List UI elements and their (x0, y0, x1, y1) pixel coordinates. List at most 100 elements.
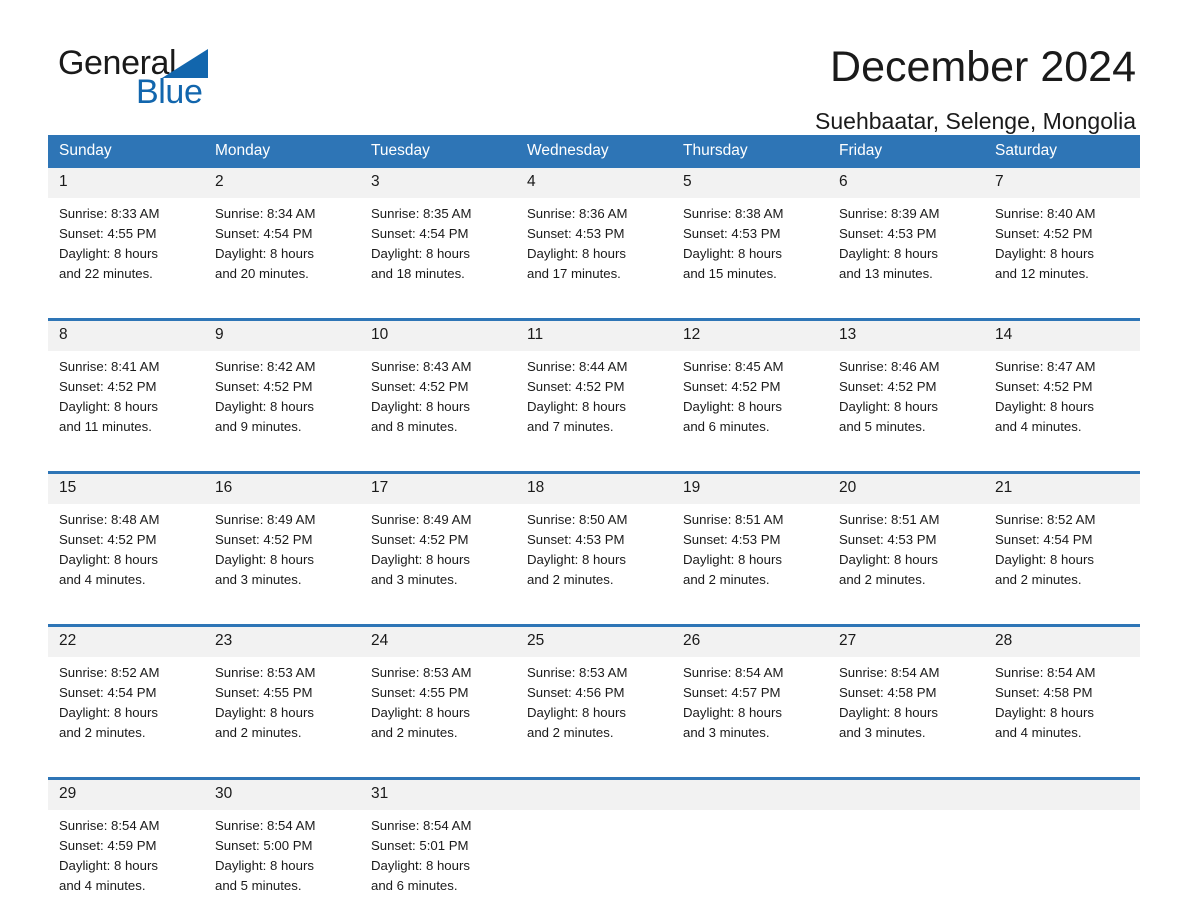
daylight-text-1: Daylight: 8 hours (683, 399, 782, 414)
day-number[interactable]: 27 (828, 627, 984, 657)
day-cell-empty (828, 810, 984, 916)
day-number[interactable]: 25 (516, 627, 672, 657)
general-blue-logo[interactable]: General Blue (58, 46, 318, 116)
day-cell[interactable]: Sunrise: 8:38 AM Sunset: 4:53 PM Dayligh… (672, 198, 828, 304)
day-number-empty (672, 780, 828, 810)
sunset-text: Sunset: 4:59 PM (59, 838, 157, 853)
day-cell[interactable]: Sunrise: 8:43 AM Sunset: 4:52 PM Dayligh… (360, 351, 516, 457)
day-cell[interactable]: Sunrise: 8:54 AM Sunset: 4:58 PM Dayligh… (984, 657, 1140, 763)
day-cell[interactable]: Sunrise: 8:33 AM Sunset: 4:55 PM Dayligh… (48, 198, 204, 304)
day-cell[interactable]: Sunrise: 8:45 AM Sunset: 4:52 PM Dayligh… (672, 351, 828, 457)
day-number[interactable]: 3 (360, 168, 516, 198)
day-number[interactable]: 22 (48, 627, 204, 657)
day-number[interactable]: 4 (516, 168, 672, 198)
day-cell[interactable]: Sunrise: 8:36 AM Sunset: 4:53 PM Dayligh… (516, 198, 672, 304)
day-cell[interactable]: Sunrise: 8:48 AM Sunset: 4:52 PM Dayligh… (48, 504, 204, 610)
day-cell[interactable]: Sunrise: 8:53 AM Sunset: 4:56 PM Dayligh… (516, 657, 672, 763)
sunrise-text: Sunrise: 8:49 AM (215, 512, 316, 527)
sunset-text: Sunset: 4:55 PM (215, 685, 313, 700)
sunset-text: Sunset: 5:00 PM (215, 838, 313, 853)
sunrise-text: Sunrise: 8:53 AM (215, 665, 316, 680)
day-number[interactable]: 13 (828, 321, 984, 351)
day-cell[interactable]: Sunrise: 8:52 AM Sunset: 4:54 PM Dayligh… (984, 504, 1140, 610)
day-cell[interactable]: Sunrise: 8:54 AM Sunset: 5:00 PM Dayligh… (204, 810, 360, 916)
daylight-text-2: and 6 minutes. (371, 878, 458, 893)
sunset-text: Sunset: 4:52 PM (995, 226, 1093, 241)
day-number[interactable]: 26 (672, 627, 828, 657)
day-detail-row: Sunrise: 8:33 AM Sunset: 4:55 PM Dayligh… (48, 198, 1140, 304)
day-cell[interactable]: Sunrise: 8:49 AM Sunset: 4:52 PM Dayligh… (360, 504, 516, 610)
day-number[interactable]: 14 (984, 321, 1140, 351)
sunrise-text: Sunrise: 8:53 AM (527, 665, 628, 680)
daylight-text-1: Daylight: 8 hours (839, 552, 938, 567)
day-number[interactable]: 11 (516, 321, 672, 351)
daylight-text-2: and 2 minutes. (995, 572, 1082, 587)
day-number[interactable]: 23 (204, 627, 360, 657)
day-cell[interactable]: Sunrise: 8:44 AM Sunset: 4:52 PM Dayligh… (516, 351, 672, 457)
sunset-text: Sunset: 5:01 PM (371, 838, 469, 853)
daylight-text-2: and 4 minutes. (995, 419, 1082, 434)
day-cell[interactable]: Sunrise: 8:53 AM Sunset: 4:55 PM Dayligh… (204, 657, 360, 763)
day-cell[interactable]: Sunrise: 8:54 AM Sunset: 5:01 PM Dayligh… (360, 810, 516, 916)
day-cell[interactable]: Sunrise: 8:41 AM Sunset: 4:52 PM Dayligh… (48, 351, 204, 457)
weekday-header-tuesday: Tuesday (360, 135, 516, 168)
day-cell[interactable]: Sunrise: 8:51 AM Sunset: 4:53 PM Dayligh… (672, 504, 828, 610)
daylight-text-2: and 2 minutes. (59, 725, 146, 740)
day-number[interactable]: 15 (48, 474, 204, 504)
sunrise-text: Sunrise: 8:51 AM (683, 512, 784, 527)
daylight-text-2: and 17 minutes. (527, 266, 621, 281)
day-cell[interactable]: Sunrise: 8:52 AM Sunset: 4:54 PM Dayligh… (48, 657, 204, 763)
day-cell[interactable]: Sunrise: 8:39 AM Sunset: 4:53 PM Dayligh… (828, 198, 984, 304)
day-cell[interactable]: Sunrise: 8:54 AM Sunset: 4:59 PM Dayligh… (48, 810, 204, 916)
daylight-text-1: Daylight: 8 hours (215, 399, 314, 414)
daylight-text-1: Daylight: 8 hours (59, 858, 158, 873)
daylight-text-2: and 15 minutes. (683, 266, 777, 281)
date-row: 15 16 17 18 19 20 21 (48, 474, 1140, 504)
day-number[interactable]: 5 (672, 168, 828, 198)
day-number[interactable]: 20 (828, 474, 984, 504)
day-number[interactable]: 9 (204, 321, 360, 351)
day-number[interactable]: 7 (984, 168, 1140, 198)
sunrise-text: Sunrise: 8:49 AM (371, 512, 472, 527)
day-cell[interactable]: Sunrise: 8:54 AM Sunset: 4:57 PM Dayligh… (672, 657, 828, 763)
day-cell[interactable]: Sunrise: 8:54 AM Sunset: 4:58 PM Dayligh… (828, 657, 984, 763)
day-cell[interactable]: Sunrise: 8:51 AM Sunset: 4:53 PM Dayligh… (828, 504, 984, 610)
day-number[interactable]: 8 (48, 321, 204, 351)
daylight-text-1: Daylight: 8 hours (371, 246, 470, 261)
day-number[interactable]: 29 (48, 780, 204, 810)
day-cell[interactable]: Sunrise: 8:53 AM Sunset: 4:55 PM Dayligh… (360, 657, 516, 763)
daylight-text-2: and 3 minutes. (215, 572, 302, 587)
day-number[interactable]: 19 (672, 474, 828, 504)
day-cell[interactable]: Sunrise: 8:42 AM Sunset: 4:52 PM Dayligh… (204, 351, 360, 457)
day-number[interactable]: 12 (672, 321, 828, 351)
day-number[interactable]: 1 (48, 168, 204, 198)
day-number[interactable]: 18 (516, 474, 672, 504)
day-cell[interactable]: Sunrise: 8:34 AM Sunset: 4:54 PM Dayligh… (204, 198, 360, 304)
day-number[interactable]: 2 (204, 168, 360, 198)
sunset-text: Sunset: 4:53 PM (839, 226, 937, 241)
day-cell[interactable]: Sunrise: 8:47 AM Sunset: 4:52 PM Dayligh… (984, 351, 1140, 457)
day-number[interactable]: 16 (204, 474, 360, 504)
day-cell[interactable]: Sunrise: 8:50 AM Sunset: 4:53 PM Dayligh… (516, 504, 672, 610)
day-number[interactable]: 24 (360, 627, 516, 657)
day-number[interactable]: 21 (984, 474, 1140, 504)
sunset-text: Sunset: 4:52 PM (59, 379, 157, 394)
day-number[interactable]: 6 (828, 168, 984, 198)
sunrise-text: Sunrise: 8:44 AM (527, 359, 628, 374)
day-number[interactable]: 31 (360, 780, 516, 810)
day-cell[interactable]: Sunrise: 8:49 AM Sunset: 4:52 PM Dayligh… (204, 504, 360, 610)
day-cell[interactable]: Sunrise: 8:40 AM Sunset: 4:52 PM Dayligh… (984, 198, 1140, 304)
week-gap (48, 763, 1140, 777)
sunset-text: Sunset: 4:57 PM (683, 685, 781, 700)
sunrise-text: Sunrise: 8:46 AM (839, 359, 940, 374)
weekday-header-wednesday: Wednesday (516, 135, 672, 168)
day-number[interactable]: 28 (984, 627, 1140, 657)
day-cell-empty (672, 810, 828, 916)
day-cell[interactable]: Sunrise: 8:46 AM Sunset: 4:52 PM Dayligh… (828, 351, 984, 457)
sunrise-text: Sunrise: 8:38 AM (683, 206, 784, 221)
day-number[interactable]: 30 (204, 780, 360, 810)
date-row: 22 23 24 25 26 27 28 (48, 627, 1140, 657)
day-number[interactable]: 10 (360, 321, 516, 351)
day-number[interactable]: 17 (360, 474, 516, 504)
day-cell[interactable]: Sunrise: 8:35 AM Sunset: 4:54 PM Dayligh… (360, 198, 516, 304)
